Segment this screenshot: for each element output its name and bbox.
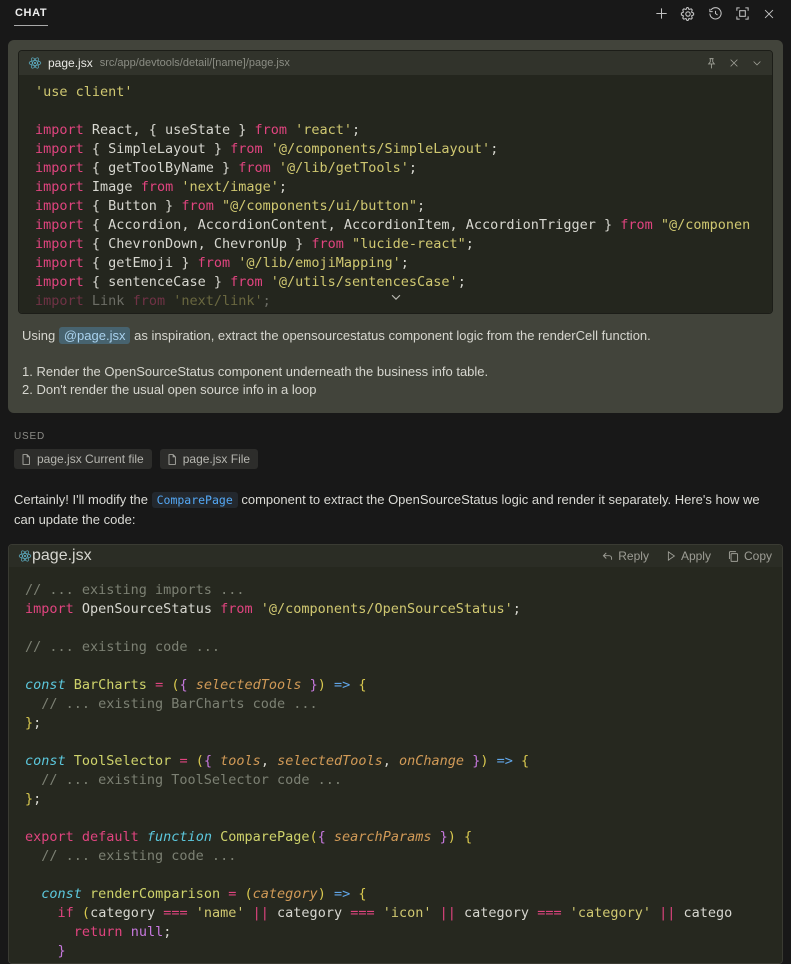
assistant-text-before: Certainly! I'll modify the xyxy=(14,492,152,507)
file-name: page.jsx xyxy=(48,56,93,70)
pin-icon[interactable] xyxy=(704,56,718,70)
play-icon xyxy=(665,550,677,562)
user-message-text: Using @page.jsx as inspiration, extract … xyxy=(18,314,773,399)
apply-button[interactable]: Apply xyxy=(665,549,711,563)
pinned-code-block: page.jsx src/app/devtools/detail/[name]/… xyxy=(18,50,773,314)
open-in-editor-icon[interactable] xyxy=(734,6,750,22)
react-file-icon xyxy=(18,549,32,563)
expand-code-chevron-icon[interactable] xyxy=(389,290,403,309)
user-message: page.jsx src/app/devtools/detail/[name]/… xyxy=(8,40,783,413)
used-section: USED page.jsx Current file page.jsx File xyxy=(14,431,777,469)
tab-chat[interactable]: CHAT xyxy=(14,2,48,26)
user-list-line-2: 2. Don't render the usual open source in… xyxy=(22,381,769,399)
code-block-content: 'use client' import React, { useState } … xyxy=(19,75,772,313)
user-list-line-1: 1. Render the OpenSourceStatus component… xyxy=(22,363,769,381)
user-text-after: as inspiration, extract the opensourcest… xyxy=(130,328,650,343)
assistant-code-content: // ... existing imports ...import OpenSo… xyxy=(9,567,782,963)
used-chip-file[interactable]: page.jsx File xyxy=(160,449,258,469)
file-name: page.jsx xyxy=(32,547,92,565)
used-chip-current-file[interactable]: page.jsx Current file xyxy=(14,449,152,469)
file-icon xyxy=(20,453,32,466)
history-icon[interactable] xyxy=(707,6,723,22)
chevron-down-icon[interactable] xyxy=(750,56,764,70)
compare-page-code-chip[interactable]: ComparePage xyxy=(152,492,238,508)
close-panel-icon[interactable] xyxy=(761,6,777,22)
assistant-code-header: page.jsx Reply Apply Copy xyxy=(9,545,782,567)
file-mention-chip[interactable]: @page.jsx xyxy=(59,327,131,344)
react-file-icon xyxy=(28,56,42,70)
copy-icon xyxy=(727,550,740,563)
file-icon xyxy=(166,453,178,466)
chat-panel-topbar: CHAT xyxy=(0,0,791,27)
new-chat-icon[interactable] xyxy=(653,6,669,22)
reply-button[interactable]: Reply xyxy=(601,549,649,563)
assistant-message-text: Certainly! I'll modify the ComparePage c… xyxy=(14,490,777,529)
code-block-header[interactable]: page.jsx src/app/devtools/detail/[name]/… xyxy=(19,51,772,75)
reply-arrow-icon xyxy=(601,550,614,563)
user-text-before: Using xyxy=(22,328,59,343)
used-label: USED xyxy=(14,431,777,442)
file-path: src/app/devtools/detail/[name]/page.jsx xyxy=(100,57,290,69)
close-icon[interactable] xyxy=(727,56,741,70)
copy-button[interactable]: Copy xyxy=(727,549,772,563)
topbar-actions xyxy=(653,6,777,22)
settings-gear-icon[interactable] xyxy=(680,6,696,22)
assistant-code-block: page.jsx Reply Apply Copy // ... existin… xyxy=(8,544,783,964)
